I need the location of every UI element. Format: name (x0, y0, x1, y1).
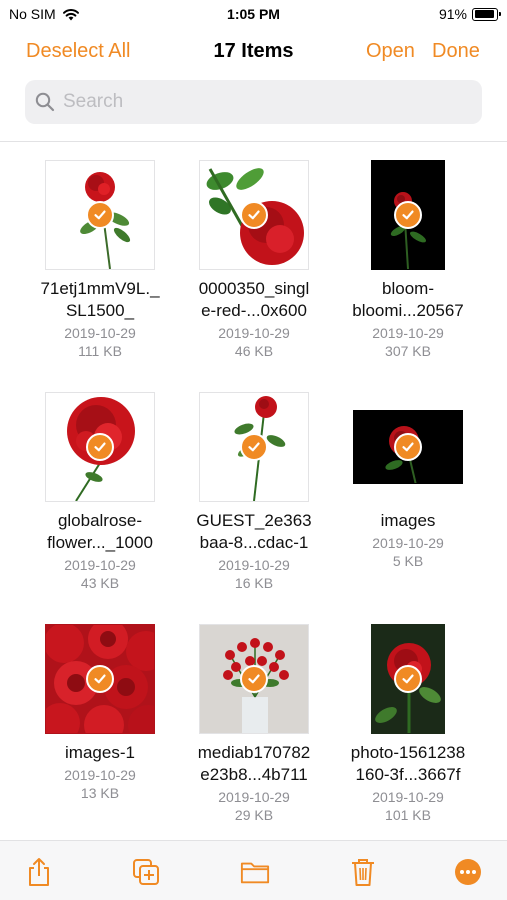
search-input[interactable] (63, 91, 463, 113)
file-name: bloom-bloomi...20567 (352, 279, 464, 320)
file-name: images (380, 511, 436, 530)
share-icon (29, 858, 49, 886)
thumbnail-container (174, 390, 334, 504)
status-right: 91% (438, 6, 501, 22)
folder-icon (240, 862, 270, 884)
file-item[interactable]: mediab170782 e23b8...4b711 2019-10-29 29 … (174, 622, 334, 824)
search-icon (35, 92, 55, 112)
file-name: 0000350_singl e-red-...0x600 (198, 279, 310, 320)
file-item[interactable]: GUEST_2e363 baa-8...cdac-1 2019-10-29 16 … (174, 390, 334, 592)
selected-check-icon (240, 201, 268, 229)
file-item[interactable]: globalrose-flower..._1000 2019-10-29 43 … (20, 390, 180, 592)
thumbnail-container (20, 390, 180, 504)
thumbnail-image[interactable] (45, 624, 155, 734)
file-name: globalrose-flower..._1000 (47, 511, 153, 552)
file-size: 29 KB (234, 807, 274, 823)
file-item[interactable]: images-1 2019-10-29 13 KB (20, 622, 180, 802)
selected-check-icon (394, 665, 422, 693)
file-name: photo-1561238 160-3f...3667f (350, 743, 466, 784)
selected-check-icon (86, 433, 114, 461)
selected-check-icon (86, 201, 114, 229)
selected-check-icon (240, 665, 268, 693)
file-name: 71etj1mmV9L._ SL1500_ (40, 279, 160, 320)
more-icon (455, 859, 481, 885)
more-button[interactable] (453, 857, 483, 887)
file-date: 2019-10-29 (372, 535, 444, 551)
delete-button[interactable] (348, 857, 378, 887)
file-size: 43 KB (80, 575, 120, 591)
file-size: 5 KB (392, 553, 424, 569)
file-date: 2019-10-29 (218, 789, 290, 805)
open-button[interactable]: Open (366, 40, 415, 63)
duplicate-icon (133, 859, 159, 885)
done-button[interactable]: Done (432, 40, 480, 63)
battery-fill (474, 10, 494, 18)
thumbnail-image[interactable] (371, 160, 445, 270)
thumbnail-container (328, 390, 488, 504)
thumbnail-image[interactable] (353, 410, 463, 484)
thumbnail-container (174, 622, 334, 736)
file-date: 2019-10-29 (372, 789, 444, 805)
file-size: 16 KB (234, 575, 274, 591)
thumbnail-image[interactable] (199, 392, 309, 502)
nav-bar: Deselect All 17 Items Open Done (0, 36, 507, 70)
battery-icon (472, 7, 501, 21)
file-date: 2019-10-29 (64, 767, 136, 783)
selected-check-icon (394, 433, 422, 461)
trash-icon (352, 859, 374, 886)
thumbnail-image[interactable] (45, 160, 155, 270)
file-size: 13 KB (80, 785, 120, 801)
file-item[interactable]: 0000350_singl e-red-...0x600 2019-10-29 4… (174, 158, 334, 360)
file-date: 2019-10-29 (218, 557, 290, 573)
thumbnail-container (20, 622, 180, 736)
search-bar[interactable] (25, 80, 482, 124)
bottom-toolbar (0, 840, 507, 900)
battery-percent: 91% (438, 6, 467, 22)
file-item[interactable]: images 2019-10-29 5 KB (328, 390, 488, 570)
thumbnail-image[interactable] (199, 624, 309, 734)
move-button[interactable] (240, 857, 270, 887)
file-name: mediab170782 e23b8...4b711 (197, 743, 311, 784)
file-item[interactable]: photo-1561238 160-3f...3667f 2019-10-29 1… (328, 622, 488, 824)
thumbnail-image[interactable] (199, 160, 309, 270)
thumbnail-image[interactable] (371, 624, 445, 734)
selected-check-icon (86, 665, 114, 693)
file-size: 101 KB (385, 807, 431, 823)
page-title: 17 Items (213, 40, 294, 62)
file-name: GUEST_2e363 baa-8...cdac-1 (196, 511, 312, 552)
selected-check-icon (240, 433, 268, 461)
thumbnail-container (328, 622, 488, 736)
file-date: 2019-10-29 (218, 325, 290, 341)
thumbnail-container (20, 158, 180, 272)
file-size: 46 KB (234, 343, 274, 359)
file-name: images-1 (65, 743, 135, 762)
duplicate-button[interactable] (131, 857, 161, 887)
file-item[interactable]: bloom-bloomi...20567 2019-10-29 307 KB (328, 158, 488, 360)
status-bar: No SIM 1:05 PM 91% (0, 0, 507, 30)
file-date: 2019-10-29 (64, 325, 136, 341)
file-item[interactable]: 71etj1mmV9L._ SL1500_ 2019-10-29 111 KB (20, 158, 180, 360)
thumbnail-container (174, 158, 334, 272)
file-date: 2019-10-29 (64, 557, 136, 573)
status-time: 1:05 PM (227, 6, 280, 22)
file-size: 111 KB (78, 343, 122, 359)
divider (0, 141, 507, 142)
file-size: 307 KB (385, 343, 431, 359)
file-date: 2019-10-29 (372, 325, 444, 341)
thumbnail-container (328, 158, 488, 272)
thumbnail-image[interactable] (45, 392, 155, 502)
selected-check-icon (394, 201, 422, 229)
share-button[interactable] (24, 857, 54, 887)
